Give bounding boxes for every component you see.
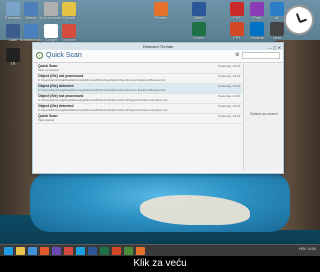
app-icon — [62, 24, 76, 38]
icon-label: Word — [194, 16, 204, 20]
event-desc: C:\Users\Admin\AppData\Roaming\Microsoft… — [38, 78, 166, 82]
icon-label: Outlook — [250, 36, 264, 40]
vs-taskbar-icon[interactable] — [52, 247, 61, 255]
app-icon — [230, 22, 244, 36]
window-title: Detected Threats — [142, 44, 174, 49]
event-desc: C:\Users\Admin\AppData\Roaming\Microsoft… — [38, 98, 168, 102]
desktop-top-icon-6[interactable]: PPT — [226, 22, 248, 41]
icon-label: TR — [10, 62, 16, 66]
desktop-top-icon-5[interactable]: Excel — [188, 22, 210, 41]
defender-taskbar-icon[interactable] — [124, 247, 133, 255]
image-caption: Klik za veću — [0, 256, 320, 272]
ppt-taskbar-icon[interactable] — [112, 247, 121, 255]
app-icon — [154, 2, 168, 16]
app-icon — [24, 2, 38, 16]
event-row[interactable]: Object (file) not processed C:\Users\Admi… — [36, 74, 242, 84]
detail-hint: Select an event — [250, 111, 278, 116]
excel-taskbar-icon[interactable] — [100, 247, 109, 255]
icon-label: Favoriti — [62, 16, 76, 20]
page-title: Quick Scan — [46, 52, 82, 59]
app-icon — [192, 22, 206, 36]
icon-label: Mreža — [25, 16, 37, 20]
app-icon — [250, 22, 264, 36]
app-icon — [24, 24, 38, 38]
word-taskbar-icon[interactable] — [88, 247, 97, 255]
clock-gadget[interactable] — [284, 5, 314, 35]
system-tray[interactable]: HRV 14:05 — [299, 247, 316, 251]
app-icon — [6, 48, 20, 62]
app-icon — [230, 2, 244, 16]
app-icon — [6, 24, 20, 38]
firefox-taskbar-icon[interactable] — [136, 247, 145, 255]
event-time: Yesterday, 13:43 — [217, 104, 240, 108]
icon-label: Firefox — [155, 16, 167, 20]
media-taskbar-icon[interactable] — [40, 247, 49, 255]
event-desc: Task completed — [38, 68, 59, 72]
event-time: Yesterday, 13:43 — [217, 74, 240, 78]
ie-taskbar-icon[interactable] — [28, 247, 37, 255]
search-input[interactable] — [242, 52, 280, 59]
defender-window[interactable]: Detected Threats — ▢ ✕ ‹ Quick Scan ⚙ Qu… — [32, 42, 284, 174]
icon-label: PDF — [233, 16, 241, 20]
icon-label: PPT — [233, 36, 241, 40]
desktop: Računalo Mreža Koš za smeće Favoriti Alati Ko… — [0, 0, 320, 244]
event-time: Yesterday, 13:43 — [217, 84, 240, 88]
desktop-left-icon-1[interactable]: Mreža — [20, 2, 42, 21]
desktop-left-icon-8[interactable]: TR — [2, 48, 24, 67]
start-taskbar-icon[interactable] — [4, 247, 13, 255]
app-icon — [62, 2, 76, 16]
event-desc: Task started — [38, 118, 55, 122]
icon-label: Nero — [272, 36, 282, 40]
icon-label: Foto — [253, 16, 261, 20]
explorer-taskbar-icon[interactable] — [16, 247, 25, 255]
event-time: Yesterday, 13:43 — [217, 64, 240, 68]
app-icon — [44, 24, 58, 38]
desktop-left-icon-5[interactable]: Kontrolna ploča — [20, 24, 42, 43]
event-desc: C:\Users\Admin\AppData\Roaming\Microsoft… — [38, 108, 168, 112]
toolbar: ‹ Quick Scan ⚙ — [33, 50, 283, 63]
desktop-top-icon-3[interactable]: Foto — [246, 2, 268, 21]
event-row[interactable]: Quick Scan Task started Yesterday, 13:43 — [36, 114, 242, 124]
app-icon — [6, 2, 20, 16]
settings-icon[interactable]: ⚙ — [235, 52, 239, 58]
detail-pane: Select an event — [243, 64, 282, 171]
event-list: Quick Scan Task completed Yesterday, 13:43… — [36, 64, 242, 124]
skype-taskbar-icon[interactable] — [76, 247, 85, 255]
event-row[interactable]: Object (file) detected C:\Users\Admin\App… — [36, 104, 242, 114]
app-icon — [270, 22, 284, 36]
icon-label: Excel — [194, 36, 204, 40]
back-icon[interactable]: ‹ — [36, 52, 43, 59]
window-titlebar[interactable]: Detected Threats — ▢ ✕ — [33, 43, 283, 50]
event-row[interactable]: Quick Scan Task completed Yesterday, 13:43 — [36, 64, 242, 74]
event-time: Yesterday, 13:43 — [217, 114, 240, 118]
desktop-top-icon-0[interactable]: Firefox — [150, 2, 172, 21]
desktop-top-icon-2[interactable]: PDF — [226, 2, 248, 21]
event-time: Yesterday, 13:43 — [217, 94, 240, 98]
app-icon — [250, 2, 264, 16]
desktop-top-icon-1[interactable]: Word — [188, 2, 210, 21]
app-icon — [44, 2, 58, 16]
event-desc: C:\Users\Admin\AppData\Roaming\Microsoft… — [38, 88, 166, 92]
app-icon — [192, 2, 206, 16]
desktop-left-icon-3[interactable]: Favoriti — [58, 2, 80, 21]
desktop-left-icon-7[interactable]: Chrome — [58, 24, 80, 43]
event-row[interactable]: Object (file) not processed C:\Users\Admi… — [36, 94, 242, 104]
desktop-top-icon-7[interactable]: Outlook — [246, 22, 268, 41]
app-icon — [270, 2, 284, 16]
chrome-taskbar-icon[interactable] — [64, 247, 73, 255]
event-row[interactable]: Object (file) detected C:\Users\Admin\App… — [36, 84, 242, 94]
